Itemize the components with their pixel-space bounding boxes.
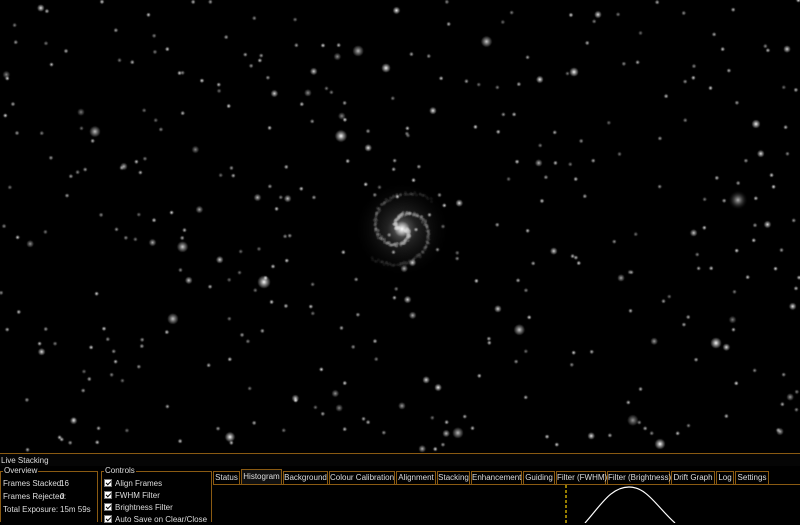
tab-colour-calibration-label: Colour Calibration bbox=[330, 473, 395, 482]
fwhm-filter-checkbox[interactable] bbox=[104, 491, 112, 499]
tab-background[interactable]: Background bbox=[283, 471, 328, 484]
tab-filter-fwhm-label: Filter (FWHM) bbox=[557, 473, 608, 482]
histogram-panel bbox=[213, 484, 800, 523]
align-frames-label: Align Frames bbox=[115, 479, 163, 488]
live-stacking-title: Live Stacking bbox=[1, 456, 49, 465]
tab-filter-brightness-label: Filter (Brightness) bbox=[608, 473, 672, 482]
fwhm-filter-option[interactable]: FWHM Filter bbox=[104, 491, 160, 501]
histogram-curve bbox=[584, 486, 676, 523]
tab-alignment-label: Alignment bbox=[398, 473, 434, 482]
overview-group: Overview Frames Stacked: 16 Frames Rejec… bbox=[0, 466, 98, 522]
total-exposure-row: Total Exposure: 15m 59s bbox=[3, 505, 91, 515]
tab-histogram-label: Histogram bbox=[243, 472, 280, 481]
histogram-graph[interactable] bbox=[213, 485, 800, 523]
tab-stacking-label: Stacking bbox=[438, 473, 469, 482]
tab-stacking[interactable]: Stacking bbox=[437, 471, 470, 484]
overview-title: Overview bbox=[3, 466, 39, 476]
align-frames-checkbox[interactable] bbox=[104, 479, 112, 487]
tab-status-label: Status bbox=[215, 473, 238, 482]
frames-rejected-label: Frames Rejected: bbox=[3, 492, 67, 501]
tab-drift-graph-label: Drift Graph bbox=[673, 473, 713, 482]
tab-log[interactable]: Log bbox=[716, 471, 734, 484]
total-exposure-value: 15m 59s bbox=[60, 505, 91, 514]
controls-group: Controls Align Frames FWHM Filter Bright… bbox=[101, 466, 212, 525]
tab-status[interactable]: Status bbox=[213, 471, 240, 484]
live-stacking-panel: Overview Frames Stacked: 16 Frames Rejec… bbox=[0, 466, 800, 525]
frames-rejected-row: Frames Rejected: 0 bbox=[3, 492, 66, 502]
tab-filter-fwhm[interactable]: Filter (FWHM) bbox=[556, 471, 608, 484]
tab-alignment[interactable]: Alignment bbox=[396, 471, 436, 484]
tab-enhancement-label: Enhancement bbox=[472, 473, 522, 482]
total-exposure-label: Total Exposure: bbox=[3, 505, 59, 514]
brightness-filter-option[interactable]: Brightness Filter bbox=[104, 503, 173, 513]
tab-log-label: Log bbox=[718, 473, 732, 482]
tab-background-label: Background bbox=[284, 473, 327, 482]
tab-settings[interactable]: Settings bbox=[735, 471, 769, 484]
tab-histogram[interactable]: Histogram bbox=[241, 469, 282, 484]
tab-enhancement[interactable]: Enhancement bbox=[471, 471, 522, 484]
align-frames-option[interactable]: Align Frames bbox=[104, 479, 162, 489]
brightness-filter-checkbox[interactable] bbox=[104, 503, 112, 511]
tab-colour-calibration[interactable]: Colour Calibration bbox=[329, 471, 395, 484]
controls-title: Controls bbox=[104, 466, 136, 476]
frames-stacked-label: Frames Stacked: bbox=[3, 479, 64, 488]
stacked-image-canvas[interactable] bbox=[0, 0, 800, 453]
tab-guiding[interactable]: Guiding bbox=[523, 471, 555, 484]
tab-guiding-label: Guiding bbox=[525, 473, 553, 482]
brightness-filter-label: Brightness Filter bbox=[115, 503, 173, 512]
frames-rejected-value: 0 bbox=[60, 492, 65, 501]
frames-stacked-value: 16 bbox=[60, 479, 69, 488]
live-stacking-header: Live Stacking bbox=[0, 453, 800, 466]
auto-save-option[interactable]: Auto Save on Clear/Close bbox=[104, 515, 207, 525]
tab-filter-brightness[interactable]: Filter (Brightness) bbox=[607, 471, 672, 484]
frames-stacked-row: Frames Stacked: 16 bbox=[3, 479, 69, 489]
auto-save-label: Auto Save on Clear/Close bbox=[115, 515, 208, 524]
tab-drift-graph[interactable]: Drift Graph bbox=[671, 471, 715, 484]
tab-settings-label: Settings bbox=[737, 473, 767, 482]
fwhm-filter-label: FWHM Filter bbox=[115, 491, 160, 500]
